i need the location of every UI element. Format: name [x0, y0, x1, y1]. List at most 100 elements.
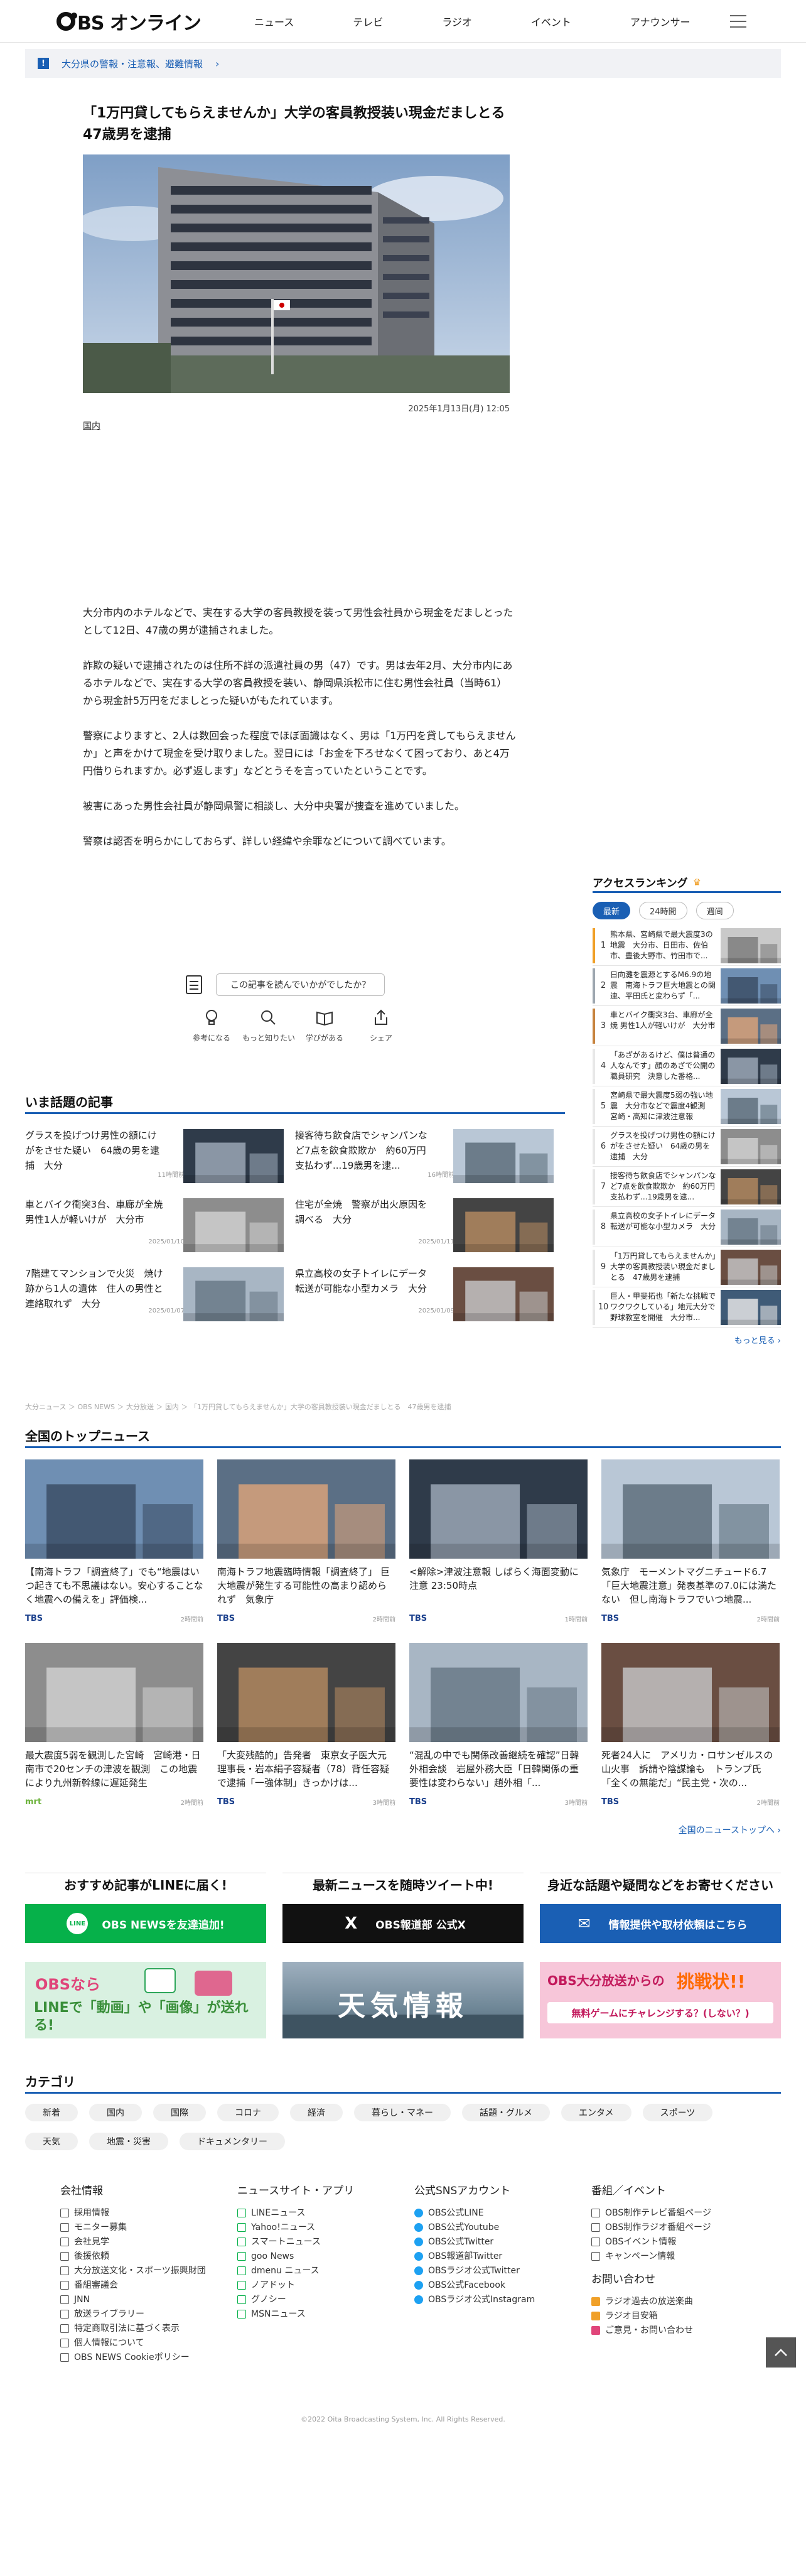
trending-article-card[interactable]: 7階建てマンションで火災 焼け跡から1人の遺体 住人の男性と連絡取れず 大分 20…	[25, 1264, 295, 1333]
share-button[interactable]: シェア	[355, 1009, 407, 1043]
category-pill[interactable]: 経済	[290, 2104, 343, 2121]
footer-link[interactable]: グノシー	[237, 2293, 414, 2307]
footer-link[interactable]: 会社見学	[60, 2235, 237, 2249]
national-news-card[interactable]: 南海トラフ地震臨時情報「調査終了」 巨大地震が発生する可能性の高まり認められず …	[217, 1459, 395, 1643]
weather-alert-bar[interactable]: ! 大分県の警報・注意報、避難情報 ›	[25, 49, 781, 78]
footer-link[interactable]: OBS公式Twitter	[414, 2235, 591, 2249]
category-pill[interactable]: 地震・災害	[89, 2133, 168, 2150]
category-pill[interactable]: ドキュメンタリー	[180, 2133, 285, 2150]
reaction-learned-button[interactable]: 学びがある	[299, 1009, 350, 1043]
footer-link[interactable]: OBS公式LINE	[414, 2206, 591, 2221]
trending-article-card[interactable]: 接客待ち飲食店でシャンパンなど7点を飲食欺欺か 約60万円支払わず...19歳男…	[295, 1125, 565, 1194]
reaction-want-more-button[interactable]: もっと知りたい	[242, 1009, 295, 1043]
footer-link[interactable]: モニター募集	[60, 2221, 237, 2235]
footer-link[interactable]: ノアドット	[237, 2278, 414, 2293]
ranking-item[interactable]: 6 グラスを投げつけ男性の額にけがをさせた疑い 64歳の男を逮捕 大分	[593, 1127, 781, 1167]
footer-link[interactable]: ご意見・お問い合わせ	[591, 2324, 768, 2338]
chevron-up-icon	[775, 2349, 787, 2356]
tab-weekly[interactable]: 週间	[696, 902, 734, 919]
news-tip-button[interactable]: ✉ 情報提供や取材依頼はこちら	[540, 1904, 781, 1943]
footer-link-label: OBSラジオ公式Twitter	[428, 2266, 520, 2276]
national-news-card[interactable]: “混乱の中でも関係改善継続を確認”日韓外相会談 岩屋外務大臣「日韓関係の重要性は…	[409, 1643, 588, 1826]
trending-article-card[interactable]: 車とバイク衝突3台、車廊が全焼 男性1人が軽いけが 大分市 2025/01/10	[25, 1194, 295, 1264]
footer-link[interactable]: OBS公式Youtube	[414, 2221, 591, 2235]
category-pill[interactable]: エンタメ	[561, 2104, 631, 2121]
footer-link[interactable]: OBS制作テレビ番組ページ	[591, 2206, 768, 2221]
ranking-item[interactable]: 5 宮崎県で最大震度5弱の強い地震 大分市などで震度4観測 宮崎・高知に津波注意報	[593, 1086, 781, 1127]
nav-news[interactable]: ニュース	[254, 14, 294, 29]
ranking-item[interactable]: 8 県立高校の女子トイレにデータ転送が可能な小型カメラ 大分	[593, 1207, 781, 1247]
national-news-card[interactable]: 死者24人に アメリカ・ロサンゼルスの山火事 訴請や陰謀論も トランプ氏「全くの…	[601, 1643, 780, 1826]
footer-link[interactable]: 個人情報について	[60, 2336, 237, 2351]
trending-article-card[interactable]: 住宅が全焼 警察が出火原因を調べる 大分 2025/01/11	[295, 1194, 565, 1264]
tab-latest[interactable]: 最新	[593, 902, 631, 919]
footer-link[interactable]: 採用情報	[60, 2206, 237, 2221]
footer-link[interactable]: JNN	[60, 2293, 237, 2307]
footer-link[interactable]: 番組審議会	[60, 2278, 237, 2293]
line-friend-button[interactable]: LINE OBS NEWSを友達追加!	[25, 1904, 266, 1943]
footer-link[interactable]: MSNニュース	[237, 2307, 414, 2322]
ranking-item[interactable]: 9 「1万円貸してもらえませんか」大学の客員教授装い現金だましとる 47歳男を逮捕	[593, 1247, 781, 1287]
footer-link[interactable]: LINEニュース	[237, 2206, 414, 2221]
footer-link-label: ご意見・お問い合わせ	[605, 2325, 693, 2335]
back-to-top-button[interactable]	[766, 2337, 796, 2368]
nav-event[interactable]: イベント	[531, 14, 571, 29]
footer-link[interactable]: OBS公式Facebook	[414, 2278, 591, 2293]
footer-link[interactable]: ラジオ過去の放送楽曲	[591, 2295, 768, 2309]
x-account-button[interactable]: X OBS報道部 公式X	[282, 1904, 524, 1943]
footer-link[interactable]: OBS制作ラジオ番組ページ	[591, 2221, 768, 2235]
ranking-item[interactable]: 4 「あざがあるけど、僕は普通の人なんです」顔のあざで公開の職員研究 決意した番格…	[593, 1046, 781, 1086]
category-pill[interactable]: 暮らし・マネー	[354, 2104, 451, 2121]
national-news-card[interactable]: <解除>津波注意報 しばらく海面変動に注意 23:50時点 TBS 1時間前	[409, 1459, 588, 1643]
national-headline: 南海トラフ地震臨時情報「調査終了」 巨大地震が発生する可能性の高まり認められず …	[217, 1566, 390, 1605]
link-icon	[237, 2252, 246, 2261]
weather-banner[interactable]: 天気情報	[282, 1962, 524, 2038]
ranking-item[interactable]: 3 車とバイク衝突3台、車廊が全焼 男性1人が軽いけが 大分市	[593, 1006, 781, 1046]
category-pill[interactable]: 国内	[89, 2104, 142, 2121]
ranking-item[interactable]: 10 巨人・甲斐拓也「新たな挑戦でワクワクしている」地元大分で野球教室を開催 大分…	[593, 1287, 781, 1328]
game-banner[interactable]: OBS大分放送からの 挑戦状!! 無料ゲームにチャレンジする？(しない？)	[540, 1962, 781, 2038]
tab-24h[interactable]: 24時間	[639, 902, 687, 919]
trending-date: 11時間前	[158, 1172, 185, 1179]
nav-radio[interactable]: ラジオ	[442, 14, 472, 29]
trending-article-card[interactable]: グラスを投げつけ男性の額にけがをさせた疑い 64歳の男を逮捕 大分 11時間前	[25, 1125, 295, 1194]
footer-link[interactable]: Yahoo!ニュース	[237, 2221, 414, 2235]
article-category-link[interactable]: 国内	[83, 419, 100, 432]
category-pill[interactable]: コロナ	[217, 2104, 279, 2121]
footer-link[interactable]: goo News	[237, 2249, 414, 2264]
news-time: 2時間前	[372, 1616, 395, 1623]
footer-link[interactable]: OBSラジオ公式Instagram	[414, 2293, 591, 2307]
footer-link[interactable]: 特定商取引法に基づく表示	[60, 2322, 237, 2336]
site-logo[interactable]: BS オンライン	[56, 9, 202, 35]
national-news-card[interactable]: 「大変残酷的」告発者 東京女子医大元理事長・岩本絹子容疑者（78）背任容疑で逮捕…	[217, 1643, 395, 1826]
trending-article-card[interactable]: 県立高校の女子トイレにデータ転送が可能な小型カメラ 大分 2025/01/09	[295, 1264, 565, 1333]
category-pill[interactable]: 話題・グルメ	[462, 2104, 550, 2121]
category-pill[interactable]: 新着	[25, 2104, 78, 2121]
ranking-item[interactable]: 2 日向灘を震源とするM6.9の地震 南海トラフ巨大地震との関連、平田氏と変わらず…	[593, 966, 781, 1006]
footer-link[interactable]: 後援依頼	[60, 2249, 237, 2264]
footer-link[interactable]: 放送ライブラリー	[60, 2307, 237, 2322]
menu-icon[interactable]	[730, 15, 746, 28]
national-news-card[interactable]: 最大震度5弱を観測した宮崎 宮崎港・日南市で20センチの津波を観測 この地震によ…	[25, 1643, 203, 1826]
line-video-banner[interactable]: OBSなら LINEで「動画」や「画像」が送れる!	[25, 1962, 266, 2038]
ranking-item[interactable]: 1 熊本県、宮崎県で最大震度3の地震 大分市、日田市、佐伯市、豊後大野市、竹田市で…	[593, 926, 781, 966]
ranking-item[interactable]: 7 接客待ち飲食店でシャンパンなど7点を飲食欺欺か 約60万円支払わず...19歳…	[593, 1167, 781, 1207]
footer-link[interactable]: 大分放送文化・スポーツ振興財団	[60, 2264, 237, 2278]
footer-link[interactable]: OBS NEWS Cookieポリシー	[60, 2351, 237, 2365]
reaction-helpful-button[interactable]: 参考になる	[186, 1009, 237, 1043]
footer-link[interactable]: OBSラジオ公式Twitter	[414, 2264, 591, 2278]
footer-link[interactable]: OBS報道部Twitter	[414, 2249, 591, 2264]
category-pill[interactable]: スポーツ	[642, 2104, 713, 2121]
nav-announcer[interactable]: アナウンサー	[630, 14, 690, 29]
footer-link[interactable]: スマートニュース	[237, 2235, 414, 2249]
category-pill[interactable]: 天気	[25, 2133, 78, 2150]
nav-tv[interactable]: テレビ	[353, 14, 383, 29]
ranking-more-link[interactable]: もっと見る ›	[593, 1334, 781, 1346]
category-pill[interactable]: 国際	[153, 2104, 206, 2121]
footer-link[interactable]: dmenu ニュース	[237, 2264, 414, 2278]
footer-link[interactable]: ラジオ目安箱	[591, 2309, 768, 2324]
footer-link[interactable]: OBSイベント情報	[591, 2235, 768, 2249]
national-news-card[interactable]: 気象庁 モーメントマグニチュード6.7「巨大地震注意」発表基準の7.0には満たな…	[601, 1459, 780, 1643]
footer-link[interactable]: キャンペーン情報	[591, 2249, 768, 2264]
national-news-card[interactable]: 【南海トラフ「調査終了」でも“地震はいつ起きても不思議はない。安心することなく地…	[25, 1459, 203, 1643]
